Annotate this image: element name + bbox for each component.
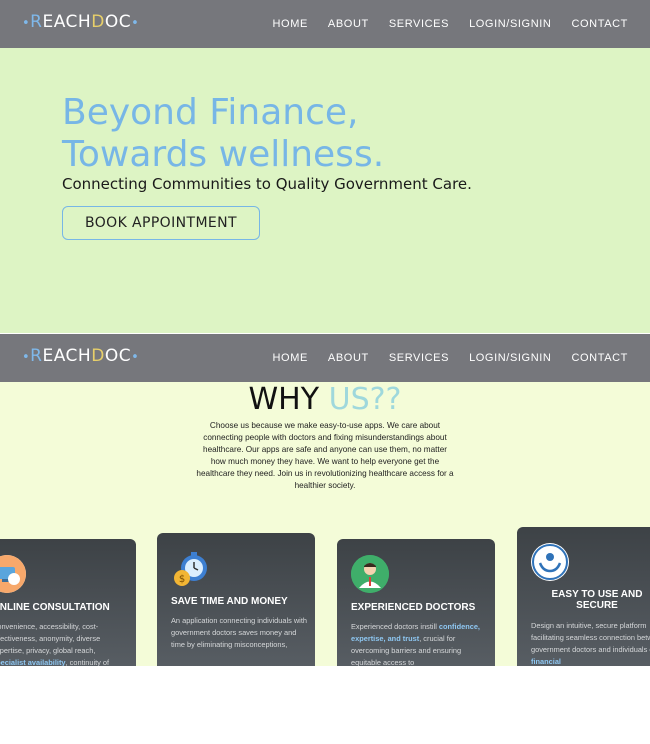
why-us-section: WHY US?? Choose us because we make easy-… — [0, 382, 650, 666]
nav-home[interactable]: HOME — [273, 18, 308, 30]
card-body: Experienced doctors instill confidence, … — [351, 622, 480, 666]
sticky-navbar: •REACHDOC• HOME ABOUT SERVICES LOGIN/SIG… — [0, 334, 650, 382]
nav-links: HOME ABOUT SERVICES LOGIN/SIGNIN CONTACT — [273, 18, 628, 30]
hero-section: Beyond Finance, Towards wellness. Connec… — [0, 48, 650, 334]
brand-logo-secondary[interactable]: •REACHDOC• — [22, 346, 139, 366]
card-body: Convenience, accessibility, cost-effecti… — [0, 622, 110, 666]
card-title: SAVE TIME AND MONEY — [171, 596, 288, 607]
nav-contact[interactable]: CONTACT — [571, 352, 628, 364]
nav-about[interactable]: ABOUT — [328, 352, 369, 364]
hero-title: Beyond Finance, Towards wellness. — [62, 92, 385, 175]
card-body: An application connecting individuals wi… — [171, 616, 307, 649]
book-appointment-button[interactable]: BOOK APPOINTMENT — [62, 206, 260, 240]
nav-home[interactable]: HOME — [273, 352, 308, 364]
feature-card-online-consultation[interactable]: ONLINE CONSULTATION Convenience, accessi… — [0, 539, 136, 666]
brand-logo[interactable]: •REACHDOC• — [22, 12, 139, 32]
nav-services[interactable]: SERVICES — [389, 352, 449, 364]
secure-hands-icon — [531, 543, 569, 581]
svg-text:$: $ — [179, 574, 185, 585]
top-navbar: •REACHDOC• HOME ABOUT SERVICES LOGIN/SIG… — [0, 0, 650, 48]
nav-about[interactable]: ABOUT — [328, 18, 369, 30]
nav-login-signin[interactable]: LOGIN/SIGNIN — [469, 18, 551, 30]
feature-card-save-time-money[interactable]: $ SAVE TIME AND MONEY An application con… — [157, 533, 315, 666]
why-us-title: WHY US?? — [248, 382, 402, 417]
hero-subtitle: Connecting Communities to Quality Govern… — [62, 175, 472, 193]
nav-services[interactable]: SERVICES — [389, 18, 449, 30]
consultation-icon — [0, 555, 26, 593]
why-us-description: Choose us because we make easy-to-use ap… — [196, 421, 454, 490]
nav-contact[interactable]: CONTACT — [571, 18, 628, 30]
nav-login-signin[interactable]: LOGIN/SIGNIN — [469, 352, 551, 364]
feature-card-experienced-doctors[interactable]: EXPERIENCED DOCTORS Experienced doctors … — [337, 539, 495, 666]
card-title: EASY TO USE AND SECURE — [551, 589, 643, 611]
card-body: Design an intuitive, secure platform fac… — [531, 621, 650, 666]
card-title: ONLINE CONSULTATION — [0, 602, 110, 613]
card-title: EXPERIENCED DOCTORS — [351, 602, 476, 613]
feature-card-easy-secure[interactable]: EASY TO USE AND SECURE Design an intuiti… — [517, 527, 650, 666]
doctor-icon — [351, 555, 389, 593]
nav-links-secondary: HOME ABOUT SERVICES LOGIN/SIGNIN CONTACT — [273, 352, 628, 364]
stopwatch-coin-icon: $ — [171, 549, 209, 587]
